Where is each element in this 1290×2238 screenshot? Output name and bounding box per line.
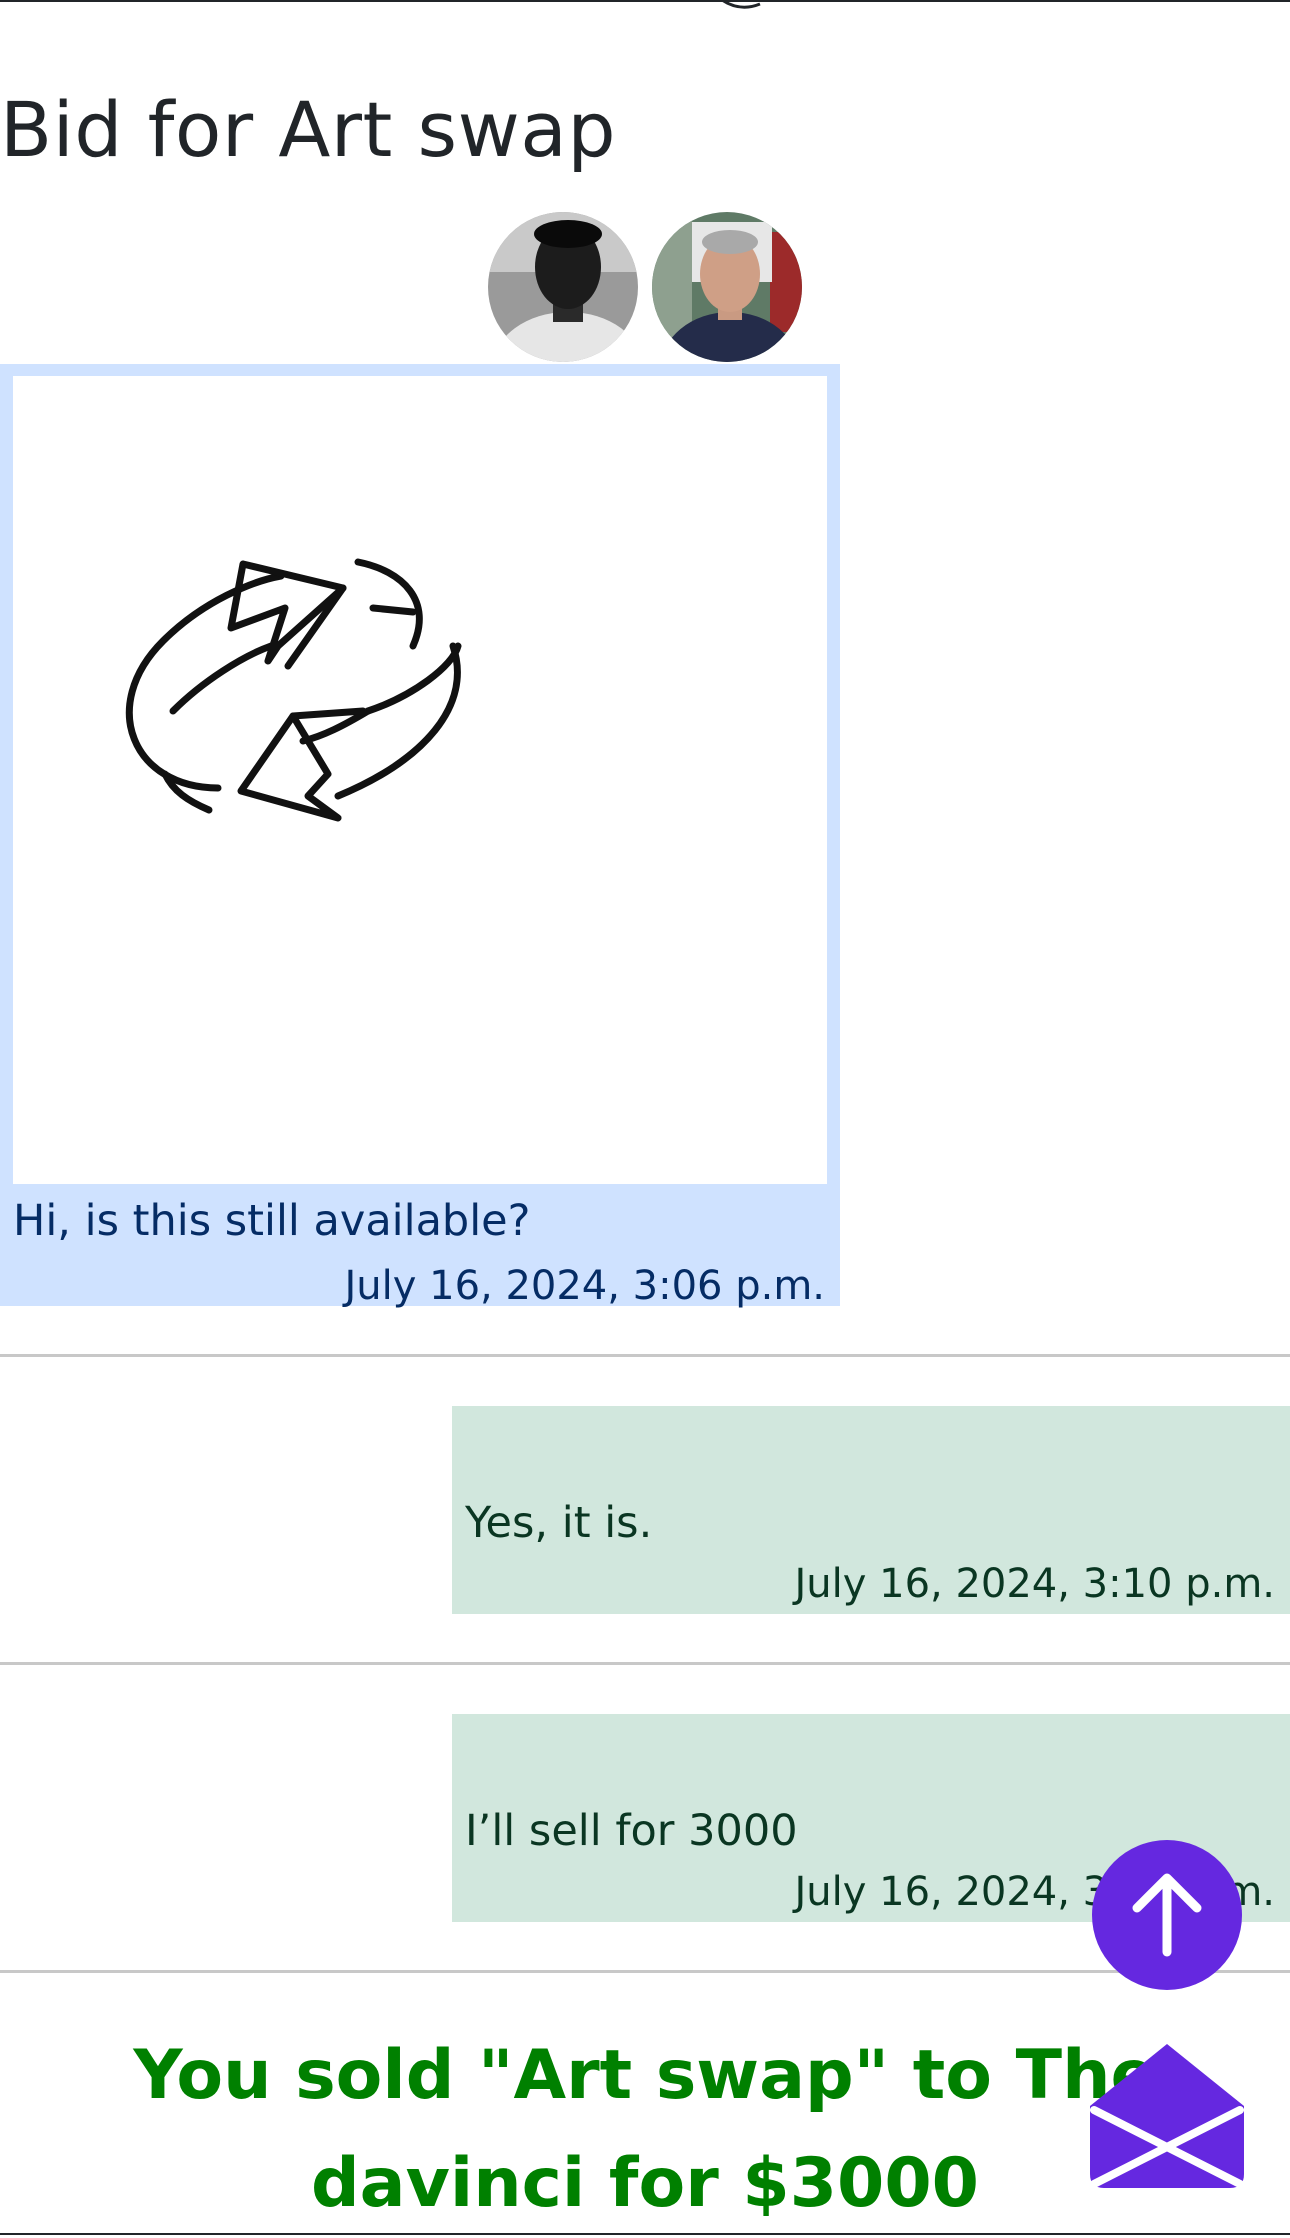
participant-avatars xyxy=(488,212,804,362)
page-title: Bid for Art swap xyxy=(0,85,617,174)
scroll-to-top-button[interactable] xyxy=(1092,1840,1242,1990)
avatar-buyer-icon xyxy=(488,212,638,362)
logo-fragment-icon xyxy=(721,0,761,9)
divider xyxy=(0,1354,1290,1357)
arrow-up-icon xyxy=(1132,1873,1202,1957)
message-text: Yes, it is. xyxy=(465,1498,653,1548)
message-text: I’ll sell for 3000 xyxy=(465,1806,798,1856)
message-text: Hi, is this still available? xyxy=(13,1196,531,1246)
divider xyxy=(0,1662,1290,1665)
message-timestamp: July 16, 2024, 3:06 p.m. xyxy=(344,1263,825,1309)
avatar-seller-icon xyxy=(652,212,802,362)
envelope-open-icon xyxy=(1090,2044,1244,2188)
avatar-buyer[interactable] xyxy=(488,212,638,362)
top-border xyxy=(0,0,1290,2)
avatar-seller[interactable] xyxy=(652,212,802,362)
messages-button[interactable] xyxy=(1090,2036,1244,2188)
message-outgoing: Yes, it is. July 16, 2024, 3:10 p.m. xyxy=(452,1406,1290,1614)
swap-arrows-icon xyxy=(125,558,462,822)
message-attachment[interactable] xyxy=(13,376,827,1184)
message-timestamp: July 16, 2024, 3:10 p.m. xyxy=(794,1561,1275,1607)
message-incoming: Hi, is this still available? July 16, 20… xyxy=(0,364,840,1309)
